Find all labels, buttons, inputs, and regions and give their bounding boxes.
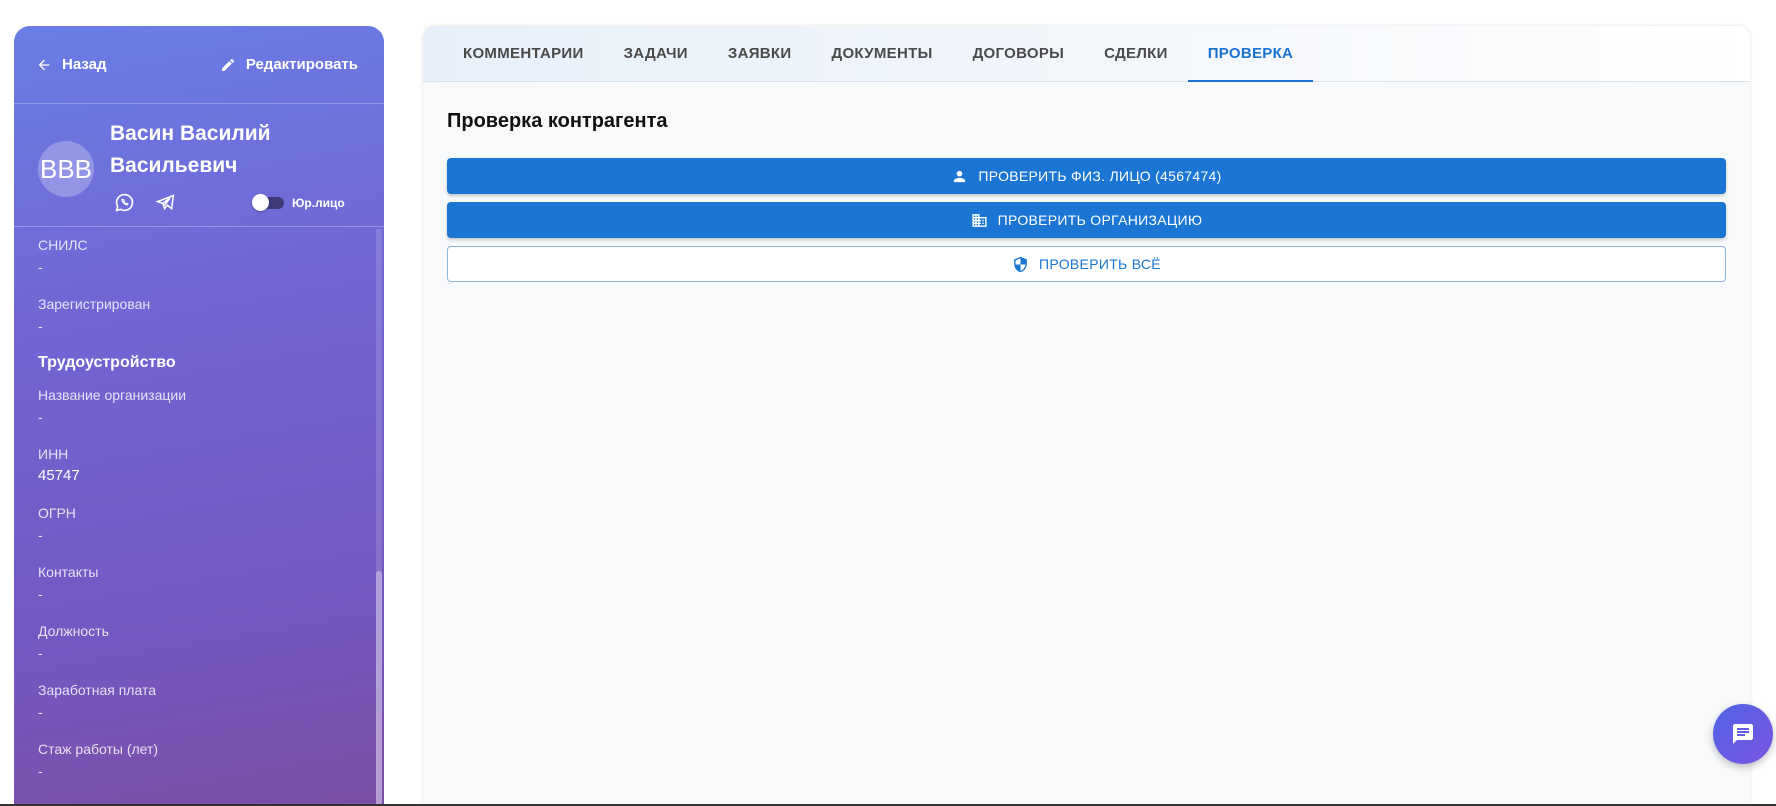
field-label: Заработная плата bbox=[38, 682, 156, 698]
back-button[interactable]: Назад bbox=[36, 56, 106, 73]
field-label: ОГРН bbox=[38, 505, 76, 521]
page-title: Проверка контрагента bbox=[447, 110, 668, 132]
toggle-switch[interactable] bbox=[252, 194, 284, 211]
field-ogrn: ОГРН - bbox=[38, 504, 358, 545]
field-label: Должность bbox=[38, 623, 109, 639]
field-label: Стаж работы (лет) bbox=[38, 741, 159, 757]
chat-icon bbox=[1733, 724, 1753, 744]
tab-deals[interactable]: СДЕЛКИ bbox=[1084, 26, 1188, 81]
field-value: - bbox=[38, 763, 43, 779]
avatar: ВВВ bbox=[38, 141, 94, 197]
field-value: - bbox=[38, 704, 43, 720]
toggle-label: Юр.лицо bbox=[292, 196, 345, 210]
chat-button[interactable] bbox=[1713, 704, 1773, 764]
building-icon bbox=[972, 213, 987, 227]
field-salary: Заработная плата - bbox=[38, 681, 358, 722]
social-links bbox=[114, 192, 176, 213]
field-snils: СНИЛС - bbox=[38, 236, 358, 277]
tab-check[interactable]: ПРОВЕРКА bbox=[1187, 26, 1314, 82]
field-value: - bbox=[38, 645, 43, 661]
profile-block: ВВВ Васин Василий Васильевич Юр.лицо bbox=[14, 104, 384, 227]
field-label: Контакты bbox=[38, 564, 99, 580]
tab-comments[interactable]: КОММЕНТАРИИ bbox=[443, 26, 604, 81]
sidebar-header: Назад Редактировать bbox=[14, 26, 384, 104]
field-contacts: Контакты - bbox=[38, 563, 358, 604]
tab-bar: КОММЕНТАРИИ ЗАДАЧИ ЗАЯВКИ ДОКУМЕНТЫ ДОГО… bbox=[423, 26, 1750, 82]
field-value: 45747 bbox=[38, 467, 80, 484]
pencil-icon bbox=[221, 58, 234, 71]
tab-applications[interactable]: ЗАЯВКИ bbox=[708, 26, 812, 81]
check-content: Проверка контрагента ПРОВЕРИТЬ ФИЗ. ЛИЦО… bbox=[423, 110, 1750, 282]
field-value: - bbox=[38, 527, 43, 543]
field-position: Должность - bbox=[38, 622, 358, 663]
telegram-icon[interactable] bbox=[155, 192, 176, 213]
edit-button[interactable]: Редактировать bbox=[220, 56, 358, 73]
client-fields: СНИЛС - Зарегистрирован - Трудоустройств… bbox=[38, 236, 358, 799]
field-registered: Зарегистрирован - bbox=[38, 295, 358, 336]
sidebar-scrollbar-thumb[interactable] bbox=[376, 571, 382, 806]
client-name-line1: Васин Василий bbox=[110, 122, 271, 145]
whatsapp-icon[interactable] bbox=[114, 192, 135, 213]
tab-tasks[interactable]: ЗАДАЧИ bbox=[604, 26, 708, 81]
field-label: СНИЛС bbox=[38, 237, 88, 253]
main-panel: КОММЕНТАРИИ ЗАДАЧИ ЗАЯВКИ ДОКУМЕНТЫ ДОГО… bbox=[423, 26, 1750, 806]
client-name-line2: Васильевич bbox=[110, 154, 238, 177]
tab-contracts[interactable]: ДОГОВОРЫ bbox=[953, 26, 1085, 81]
field-value: - bbox=[38, 409, 43, 425]
field-label: ИНН bbox=[38, 446, 69, 462]
field-org-name: Название организации - bbox=[38, 386, 358, 427]
client-name: Васин Василий Васильевич bbox=[110, 118, 340, 182]
field-inn: ИНН 45747 bbox=[38, 445, 358, 486]
field-value: - bbox=[38, 318, 43, 334]
field-experience: Стаж работы (лет) - bbox=[38, 740, 358, 781]
employment-section-title: Трудоустройство bbox=[38, 354, 176, 371]
arrow-left-icon bbox=[38, 59, 50, 70]
back-label: Назад bbox=[62, 56, 107, 73]
check-person-button[interactable]: ПРОВЕРИТЬ ФИЗ. ЛИЦО (4567474) bbox=[447, 158, 1726, 194]
shield-icon bbox=[1014, 256, 1027, 272]
check-all-button[interactable]: ПРОВЕРИТЬ ВСЁ bbox=[447, 246, 1726, 282]
client-sidebar: Назад Редактировать ВВВ Васин Василий Ва… bbox=[14, 26, 384, 806]
edit-label: Редактировать bbox=[245, 56, 358, 73]
field-label: Зарегистрирован bbox=[38, 296, 151, 312]
field-value: - bbox=[38, 259, 43, 275]
tab-documents[interactable]: ДОКУМЕНТЫ bbox=[811, 26, 952, 81]
field-label: Название организации bbox=[38, 387, 187, 403]
check-person-label: ПРОВЕРИТЬ ФИЗ. ЛИЦО (4567474) bbox=[978, 168, 1222, 184]
legal-entity-toggle[interactable]: Юр.лицо bbox=[252, 194, 345, 211]
check-all-label: ПРОВЕРИТЬ ВСЁ bbox=[1039, 256, 1161, 272]
check-organization-button[interactable]: ПРОВЕРИТЬ ОРГАНИЗАЦИЮ bbox=[447, 202, 1726, 238]
person-icon bbox=[954, 170, 966, 182]
check-organization-label: ПРОВЕРИТЬ ОРГАНИЗАЦИЮ bbox=[997, 212, 1203, 228]
field-value: - bbox=[38, 586, 43, 602]
